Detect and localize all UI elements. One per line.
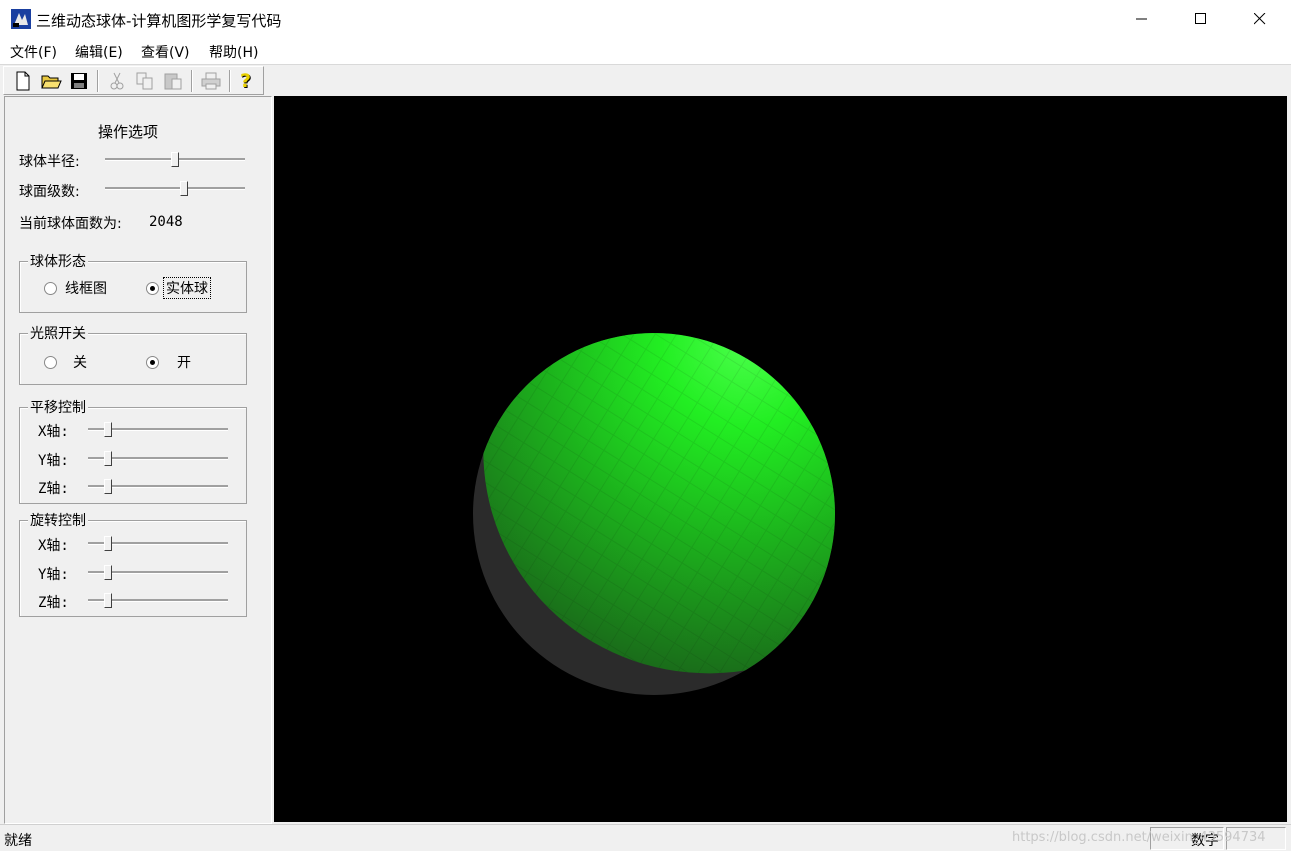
open-button[interactable]: [40, 70, 62, 92]
face-count-value: 2048: [149, 214, 183, 230]
light-on-label[interactable]: 开: [177, 352, 191, 372]
help-button[interactable]: ? ?: [236, 70, 258, 93]
copy-icon: [136, 72, 153, 90]
paste-icon: [164, 73, 182, 90]
toolbar-separator: [97, 70, 99, 92]
rotate-y-label: Y轴:: [38, 567, 69, 583]
solid-label[interactable]: 实体球: [163, 277, 211, 299]
help-icon: ? ?: [240, 70, 252, 93]
cut-button[interactable]: [106, 70, 128, 92]
save-icon: [71, 73, 87, 89]
toolbar: ? ?: [0, 65, 1291, 95]
light-off-label[interactable]: 关: [73, 352, 87, 372]
wireframe-label[interactable]: 线框图: [65, 278, 107, 298]
save-button[interactable]: [68, 70, 90, 92]
rotate-z-slider[interactable]: [88, 593, 228, 609]
translate-y-label: Y轴:: [38, 453, 69, 469]
levels-slider[interactable]: [105, 181, 245, 197]
slider-thumb[interactable]: [103, 536, 112, 551]
status-text: 就绪: [4, 833, 32, 849]
minimize-icon: [1136, 18, 1147, 20]
rotate-z-label: Z轴:: [38, 595, 69, 611]
minimize-button[interactable]: [1113, 0, 1171, 38]
sphere-render: [473, 333, 835, 695]
paste-button[interactable]: [162, 70, 184, 92]
new-file-icon: [16, 71, 30, 91]
close-button[interactable]: [1231, 0, 1289, 38]
maximize-icon: [1195, 13, 1206, 24]
cut-icon: [110, 72, 124, 90]
status-bar: 就绪 数字 https://blog.csdn.net/weixin_43594…: [0, 824, 1291, 851]
rotate-group: 旋转控制 X轴: Y轴: Z轴:: [19, 510, 247, 617]
translate-z-label: Z轴:: [38, 481, 69, 497]
slider-thumb[interactable]: [103, 451, 112, 466]
rotate-group-title: 旋转控制: [28, 510, 88, 530]
close-icon: [1254, 13, 1266, 25]
light-off-radio[interactable]: [44, 356, 57, 369]
slider-thumb[interactable]: [103, 479, 112, 494]
copy-button[interactable]: [134, 70, 156, 92]
slider-thumb[interactable]: [103, 565, 112, 580]
toolbar-frame: ? ?: [3, 66, 264, 95]
svg-text:?: ?: [240, 70, 251, 92]
translate-x-slider[interactable]: [88, 422, 228, 438]
light-group-title: 光照开关: [28, 323, 88, 343]
watermark: https://blog.csdn.net/weixin_43594734: [1012, 830, 1266, 845]
solid-radio[interactable]: [146, 282, 159, 295]
menu-edit[interactable]: 编辑(E): [75, 42, 123, 62]
menu-help[interactable]: 帮助(H): [209, 42, 258, 62]
radius-label: 球体半径:: [19, 154, 80, 170]
rotate-x-label: X轴:: [38, 538, 69, 554]
slider-thumb[interactable]: [171, 152, 179, 167]
panel-heading: 操作选项: [98, 123, 159, 141]
translate-group: 平移控制 X轴: Y轴: Z轴:: [19, 397, 247, 504]
print-icon: [201, 72, 221, 90]
wireframe-radio[interactable]: [44, 282, 57, 295]
rotate-y-slider[interactable]: [88, 565, 228, 581]
slider-thumb[interactable]: [180, 181, 189, 196]
rotate-x-slider[interactable]: [88, 536, 228, 552]
maximize-button[interactable]: [1172, 0, 1230, 38]
light-group: 光照开关 关 开: [19, 323, 247, 385]
light-on-radio[interactable]: [146, 356, 159, 369]
open-folder-icon: [41, 75, 62, 89]
window-title: 三维动态球体-计算机图形学复写代码: [36, 12, 282, 30]
levels-label: 球面级数:: [19, 184, 80, 200]
shape-group: 球体形态 线框图 实体球: [19, 251, 247, 313]
toolbar-separator: [229, 70, 231, 92]
radius-slider[interactable]: [105, 152, 245, 168]
face-count-label: 当前球体面数为:: [19, 216, 122, 232]
render-viewport[interactable]: [274, 96, 1287, 822]
slider-thumb[interactable]: [103, 593, 112, 608]
translate-y-slider[interactable]: [88, 451, 228, 467]
menu-bar: 文件(F) 编辑(E) 查看(V) 帮助(H): [0, 38, 1291, 65]
shape-group-title: 球体形态: [28, 251, 88, 271]
print-button[interactable]: [200, 70, 222, 92]
menu-view[interactable]: 查看(V): [141, 42, 190, 62]
menu-file[interactable]: 文件(F): [10, 42, 57, 62]
toolbar-separator: [191, 70, 193, 92]
slider-thumb[interactable]: [103, 422, 112, 437]
app-icon: [11, 9, 31, 29]
new-file-button[interactable]: [12, 70, 34, 92]
translate-x-label: X轴:: [38, 424, 69, 440]
title-bar: 三维动态球体-计算机图形学复写代码: [0, 0, 1291, 38]
translate-group-title: 平移控制: [28, 397, 88, 417]
translate-z-slider[interactable]: [88, 479, 228, 495]
control-panel: 操作选项 球体半径: 球面级数: 当前球体面数为: 2048 球体形态 线框图 …: [4, 96, 272, 824]
